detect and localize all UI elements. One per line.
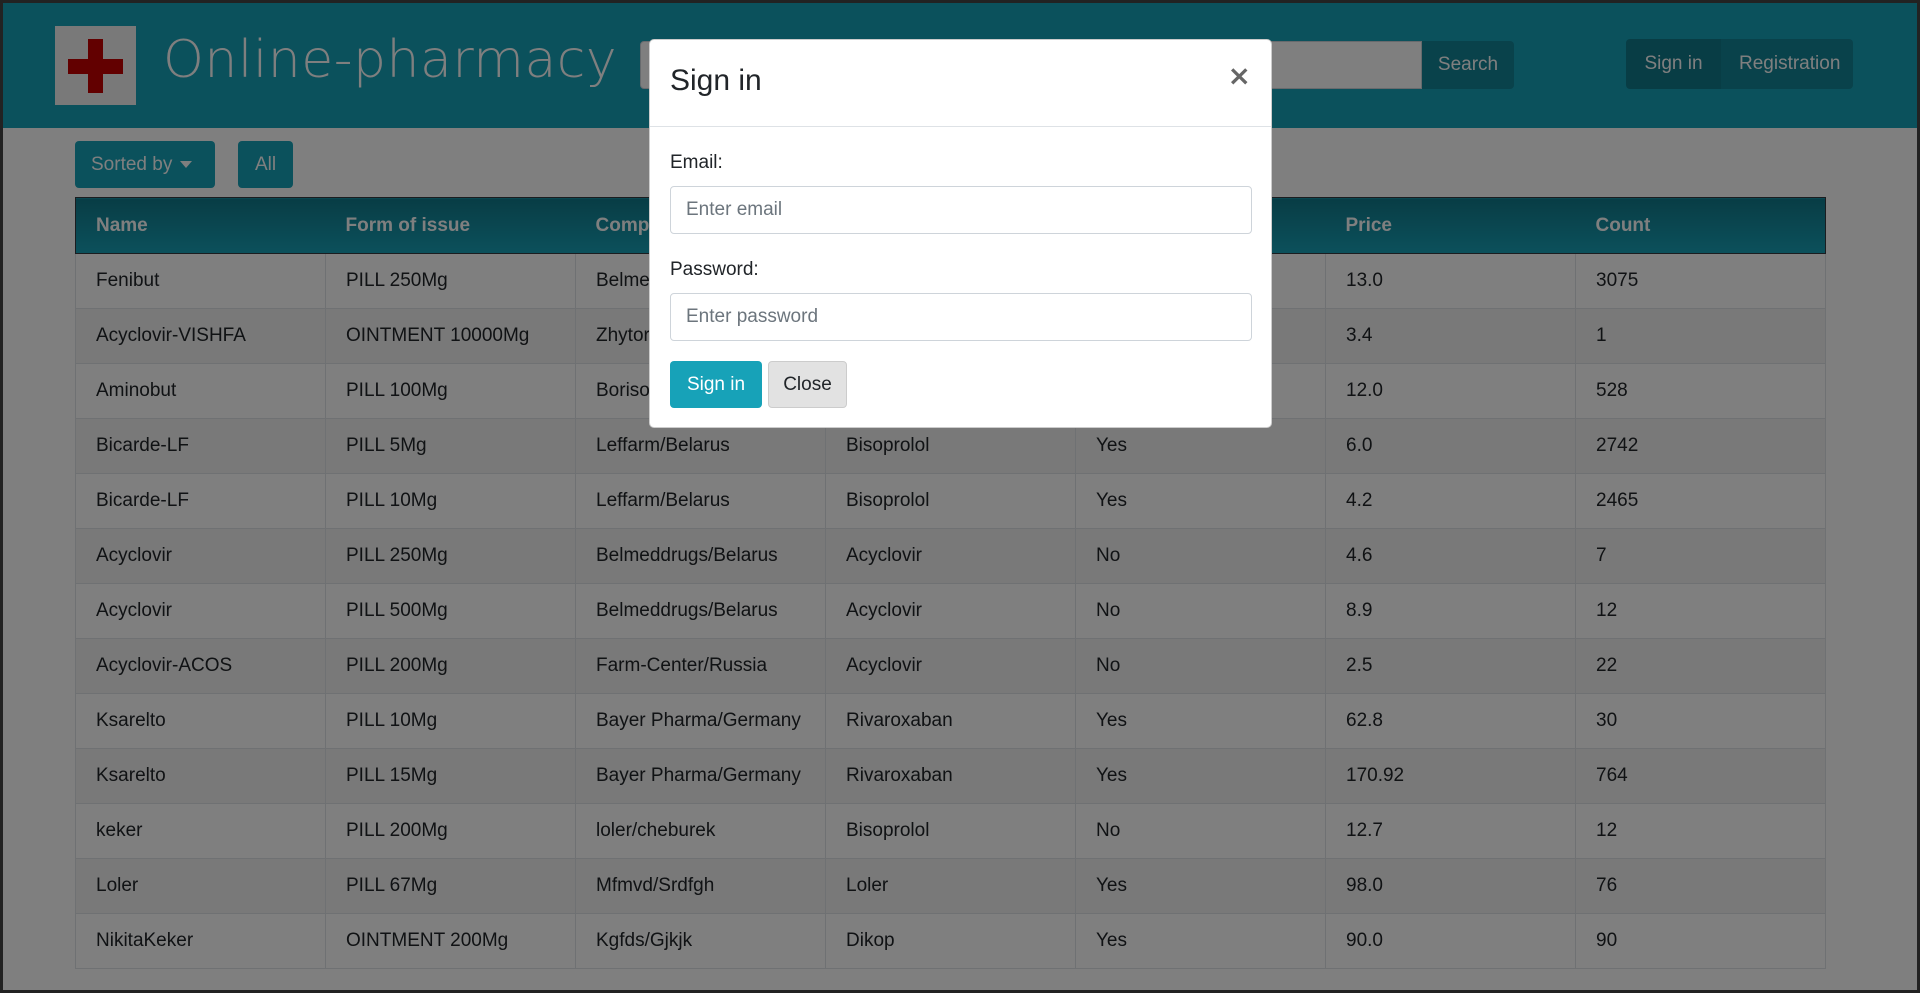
- email-label: Email:: [670, 152, 723, 173]
- sign-in-modal: Sign in × Email: Enter email Password: E…: [649, 39, 1272, 428]
- modal-title: Sign in: [670, 64, 762, 97]
- close-button[interactable]: Close: [768, 361, 847, 408]
- sign-in-submit-button[interactable]: Sign in: [670, 361, 762, 408]
- password-field[interactable]: Enter password: [670, 293, 1252, 341]
- password-label: Password:: [670, 259, 759, 280]
- modal-header: Sign in ×: [650, 40, 1271, 127]
- close-icon[interactable]: ×: [1228, 62, 1251, 90]
- email-field[interactable]: Enter email: [670, 186, 1252, 234]
